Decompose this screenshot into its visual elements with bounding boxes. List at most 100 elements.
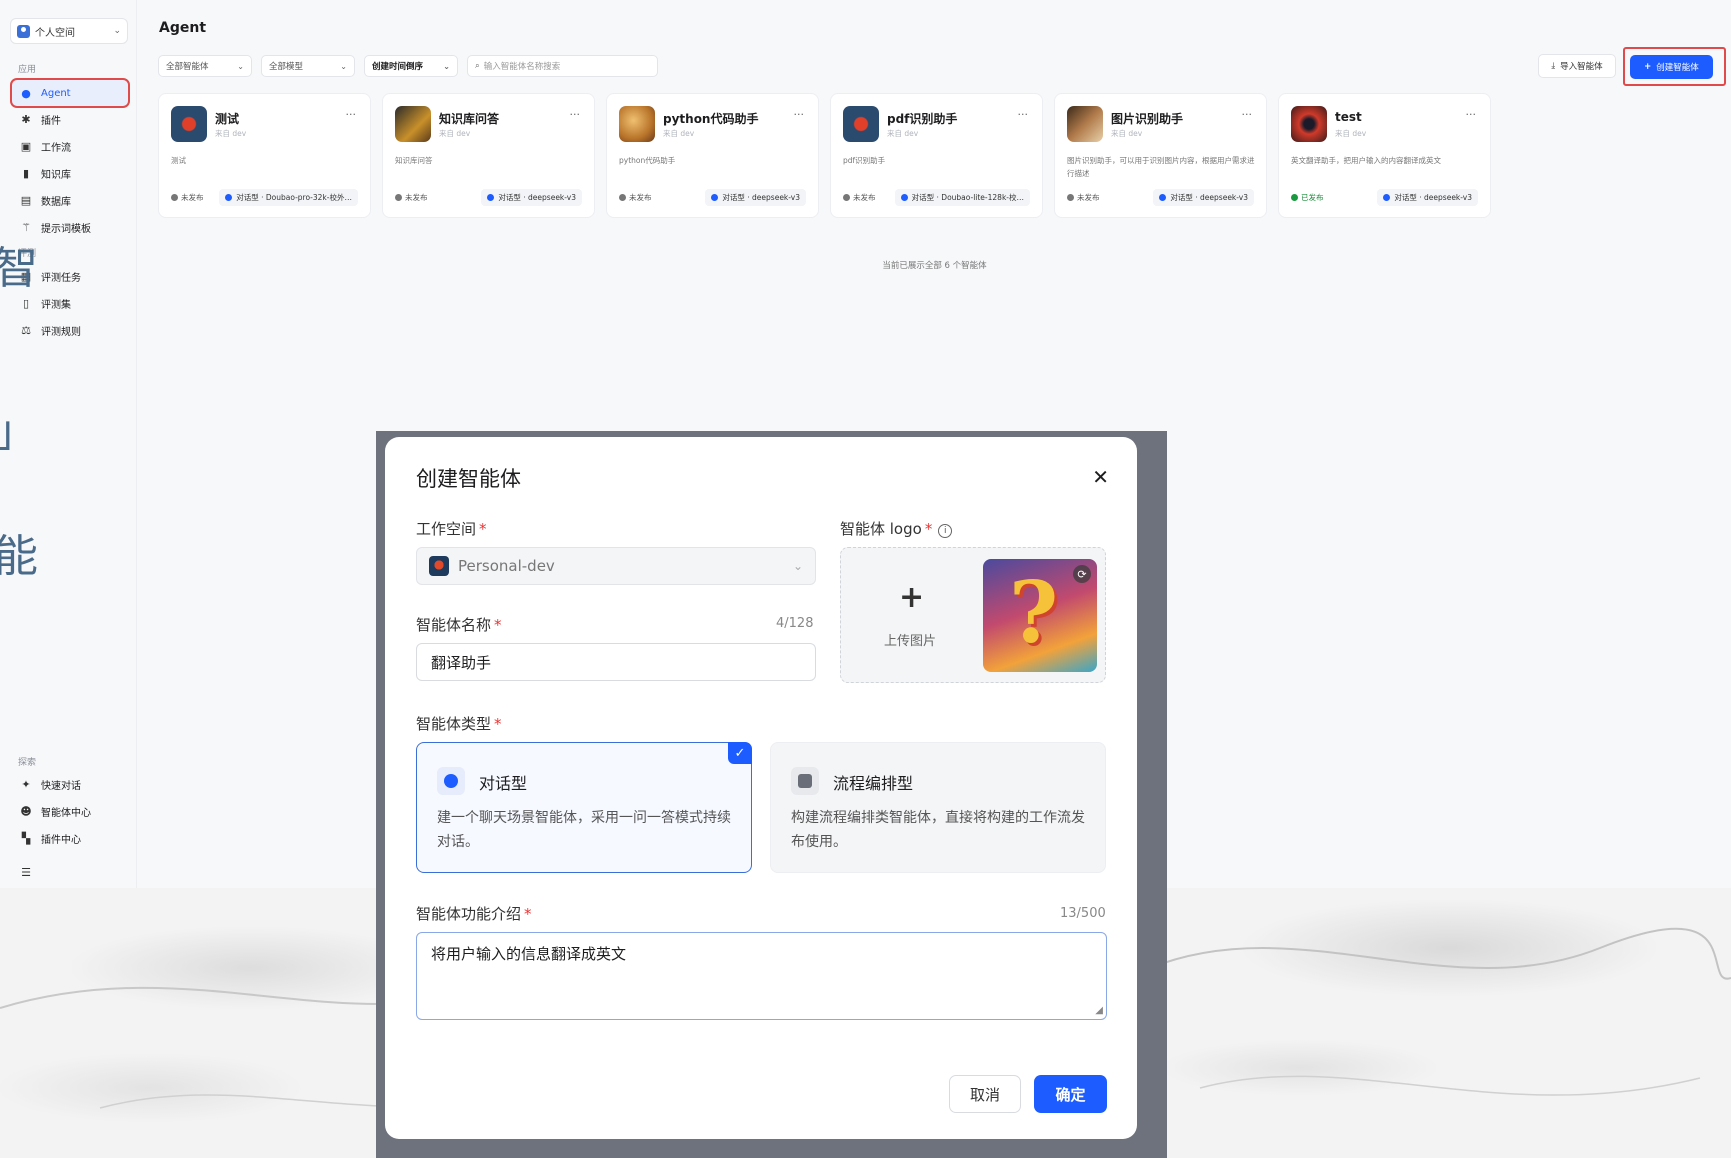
chat-bubble-icon	[225, 194, 233, 201]
confirm-button[interactable]: 确定	[1034, 1075, 1107, 1113]
tag-text: 对话型 · deepseek-v3	[498, 193, 576, 202]
cancel-button[interactable]: 取消	[949, 1075, 1021, 1113]
status-text: 未发布	[1077, 193, 1100, 202]
more-options-icon[interactable]: ···	[1466, 108, 1477, 121]
download-icon: ⤓	[1551, 61, 1556, 71]
workspace-select[interactable]: Personal-dev ⌄	[416, 547, 816, 585]
agent-type-tag: 对话型 · deepseek-v3	[1153, 189, 1254, 206]
agent-intro-textarea[interactable]: 将用户输入的信息翻译成英文 ◢	[416, 932, 1107, 1020]
agent-card[interactable]: 图片识别助手 来自 dev ··· 图片识别助手，可以用于识别图片内容，根据用户…	[1054, 93, 1267, 218]
chevron-down-icon: ⌄	[443, 61, 450, 71]
agent-type-tag: 对话型 · deepseek-v3	[1377, 189, 1478, 206]
bookmark-icon: ▮	[22, 166, 30, 180]
wand-icon: ⚚	[21, 220, 31, 234]
sidebar-item-prompt-templates[interactable]: ⚚ 提示词模板	[12, 214, 128, 240]
logo-uploader[interactable]: + 上传图片 ? ⟳	[840, 547, 1106, 683]
chevron-down-icon: ⌄	[792, 559, 803, 573]
sidebar-item-workflow[interactable]: ▣ 工作流	[12, 133, 128, 159]
puzzle-icon: ✱	[21, 112, 31, 126]
sort-filter[interactable]: 创建时间倒序 ⌄	[364, 55, 458, 77]
agent-scope-filter[interactable]: 全部智能体 ⌄	[158, 55, 252, 77]
status-dot-icon	[171, 194, 178, 201]
create-agent-dialog: 创建智能体 ✕ 工作空间 * Personal-dev ⌄ 智能体 logo * i …	[385, 437, 1137, 1139]
agent-name: 图片识别助手	[1111, 112, 1184, 126]
sidebar-item-quick-chat[interactable]: ✦ 快速对话	[12, 771, 128, 797]
agent-type-tag: 对话型 · Doubao-lite-128k-校…	[894, 189, 1030, 206]
close-icon[interactable]: ✕	[1092, 465, 1109, 489]
sidebar-item-label: 快速对话	[41, 780, 81, 792]
search-placeholder: 输入智能体名称搜索	[483, 62, 561, 72]
label-text: 智能体 logo	[840, 520, 922, 538]
search-input[interactable]: ⌕ 输入智能体名称搜索	[467, 55, 658, 77]
sidebar-item-label: 工作流	[41, 142, 71, 154]
status-text: 未发布	[629, 193, 652, 202]
agent-avatar	[395, 106, 431, 142]
sidebar-item-knowledge[interactable]: ▮ 知识库	[12, 160, 128, 186]
agent-owner: 来自 dev	[887, 129, 919, 138]
sidebar-item-eval-rules[interactable]: ⚖ 评测规则	[12, 317, 128, 343]
section-app-label: 应用	[18, 65, 37, 75]
type-option-chat[interactable]: 对话型 建一个聊天场景智能体，采用一问一答模式持续对话。 ✓	[416, 742, 752, 873]
required-mark: *	[924, 520, 933, 538]
sidebar-item-label: 评测规则	[41, 326, 81, 338]
more-options-icon[interactable]: ···	[570, 108, 581, 121]
sidebar-item-agent[interactable]: ● Agent	[10, 78, 130, 108]
more-options-icon[interactable]: ···	[1018, 108, 1029, 121]
agent-card[interactable]: test 来自 dev ··· 英文翻译助手，把用户输入的内容翻译成英文 已发布…	[1278, 93, 1491, 218]
sidebar-item-label: 智能体中心	[41, 807, 91, 819]
agent-card[interactable]: 知识库问答 来自 dev ··· 知识库问答 未发布 对话型 · deepsee…	[382, 93, 595, 218]
agent-card[interactable]: pdf识别助手 来自 dev ··· pdf识别助手 未发布 对话型 · Dou…	[830, 93, 1043, 218]
check-icon: ✓	[728, 742, 752, 764]
sidebar-item-plugin-center[interactable]: ▚ 插件中心	[12, 825, 128, 851]
type-option-workflow[interactable]: 流程编排型 构建流程编排类智能体，直接将构建的工作流发布使用。	[770, 742, 1106, 873]
tag-text: 对话型 · deepseek-v3	[722, 193, 800, 202]
agent-card[interactable]: 测试 来自 dev ··· 测试 未发布 对话型 · Doubao-pro-32…	[158, 93, 371, 218]
agent-name-input[interactable]: 翻译助手	[416, 643, 816, 681]
import-agent-button[interactable]: ⤓ 导入智能体	[1538, 54, 1616, 78]
status-text: 未发布	[853, 193, 876, 202]
chat-bubble-icon	[1159, 194, 1167, 201]
sidebar-item-plugins[interactable]: ✱ 插件	[12, 106, 128, 132]
agent-type-tag: 对话型 · deepseek-v3	[481, 189, 582, 206]
resize-handle-icon[interactable]: ◢	[1095, 1005, 1103, 1016]
agent-name: 测试	[215, 112, 240, 126]
agent-description: 测试	[171, 156, 186, 165]
agent-card[interactable]: python代码助手 来自 dev ··· python代码助手 未发布 对话型…	[606, 93, 819, 218]
sidebar-item-label: 插件中心	[41, 834, 81, 846]
chat-bubble-icon	[900, 194, 908, 201]
more-options-icon[interactable]: ···	[1242, 108, 1253, 121]
create-button-highlight: + 创建智能体	[1623, 47, 1726, 86]
database-icon: ▤	[20, 193, 32, 207]
more-options-icon[interactable]: ···	[346, 108, 357, 121]
type-name: 流程编排型	[833, 774, 914, 793]
workspace-switcher[interactable]: 个人空间 ⌄	[10, 18, 128, 44]
workflow-icon	[791, 767, 819, 795]
name-counter: 4/128	[776, 616, 814, 631]
type-name: 对话型	[479, 774, 528, 793]
info-icon[interactable]: i	[938, 524, 953, 538]
filter-value: 创建时间倒序	[372, 62, 424, 72]
agent-description: 知识库问答	[395, 156, 433, 165]
agent-description: 图片识别助手，可以用于识别图片内容，根据用户需求进行描述	[1067, 156, 1255, 178]
agent-owner: 来自 dev	[1111, 129, 1143, 138]
chat-bubble-icon	[711, 194, 719, 201]
chevron-down-icon: ⌄	[340, 61, 347, 71]
status-badge: 未发布	[1067, 192, 1100, 203]
type-description: 构建流程编排类智能体，直接将构建的工作流发布使用。	[791, 810, 1085, 850]
label-text: 智能体类型	[416, 715, 492, 733]
collapse-sidebar-button[interactable]: ☰	[12, 859, 128, 885]
sidebar-item-agent-center[interactable]: ☻ 智能体中心	[12, 798, 128, 824]
model-filter[interactable]: 全部模型 ⌄	[261, 55, 355, 77]
refresh-icon[interactable]: ⟳	[1073, 565, 1091, 583]
create-agent-button[interactable]: + 创建智能体	[1630, 55, 1713, 79]
agent-owner: 来自 dev	[663, 129, 695, 138]
type-description: 建一个聊天场景智能体，采用一问一答模式持续对话。	[437, 810, 731, 850]
more-options-icon[interactable]: ···	[794, 108, 805, 121]
plus-icon: +	[1644, 62, 1652, 72]
agent-avatar	[843, 106, 879, 142]
book-icon: ▯	[22, 296, 30, 310]
scale-icon: ⚖	[21, 323, 31, 337]
required-mark: *	[494, 616, 502, 634]
sparkle-icon: ✦	[21, 777, 31, 791]
sidebar-item-database[interactable]: ▤ 数据库	[12, 187, 128, 213]
